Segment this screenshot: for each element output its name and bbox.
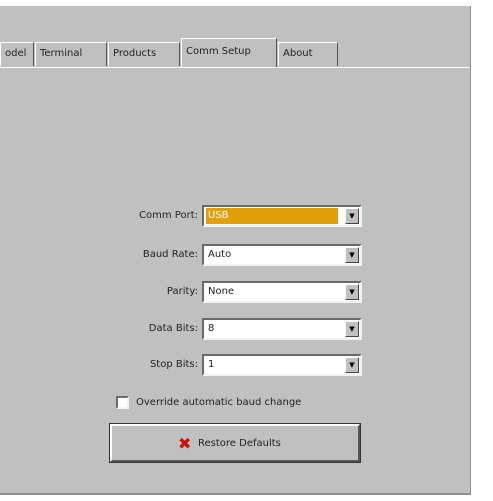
stop-bits-value: 1 (208, 359, 215, 370)
restore-defaults-button[interactable]: ✖ Restore Defaults (109, 423, 361, 463)
restore-defaults-label: Restore Defaults (198, 438, 281, 449)
stop-bits-select[interactable]: 1 ▼ (202, 354, 362, 376)
chevron-down-icon[interactable]: ▼ (345, 208, 359, 224)
chevron-down-icon[interactable]: ▼ (345, 247, 359, 263)
tab-strip: odel Terminal Products Comm Setup About (0, 38, 470, 68)
tab-about[interactable]: About (278, 42, 338, 66)
app-window: odel Terminal Products Comm Setup About … (0, 0, 493, 501)
tab-model[interactable]: odel (0, 42, 34, 66)
override-baud-row: Override automatic baud change (116, 394, 376, 412)
chevron-down-icon[interactable]: ▼ (345, 284, 359, 300)
comm-port-row: Comm Port: USB ▼ (100, 205, 362, 227)
override-baud-label[interactable]: Override automatic baud change (136, 394, 301, 412)
red-x-icon: ✖ (178, 434, 192, 453)
data-bits-label: Data Bits: (148, 323, 198, 334)
parity-row: Parity: None ▼ (100, 281, 362, 303)
chevron-down-icon[interactable]: ▼ (345, 321, 359, 337)
tab-comm-setup[interactable]: Comm Setup (181, 38, 277, 68)
comm-port-value: USB (206, 208, 338, 224)
baud-rate-value: Auto (208, 249, 232, 260)
chevron-down-icon[interactable]: ▼ (345, 357, 359, 373)
parity-value: None (208, 286, 235, 297)
data-bits-value: 8 (208, 323, 215, 334)
baud-rate-row: Baud Rate: Auto ▼ (100, 244, 362, 266)
tab-terminal[interactable]: Terminal (35, 42, 107, 66)
override-baud-checkbox[interactable] (116, 396, 129, 409)
data-bits-select[interactable]: 8 ▼ (202, 318, 362, 340)
baud-rate-label: Baud Rate: (142, 249, 198, 260)
stop-bits-row: Stop Bits: 1 ▼ (100, 354, 362, 376)
parity-label: Parity: (166, 286, 198, 297)
comm-port-label: Comm Port: (139, 210, 198, 221)
comm-port-select[interactable]: USB ▼ (202, 205, 362, 227)
stop-bits-label: Stop Bits: (149, 359, 198, 370)
tab-divider (0, 67, 470, 68)
data-bits-row: Data Bits: 8 ▼ (100, 318, 362, 340)
parity-select[interactable]: None ▼ (202, 281, 362, 303)
baud-rate-select[interactable]: Auto ▼ (202, 244, 362, 266)
tab-products[interactable]: Products (108, 42, 180, 66)
settings-panel: odel Terminal Products Comm Setup About … (0, 6, 471, 495)
